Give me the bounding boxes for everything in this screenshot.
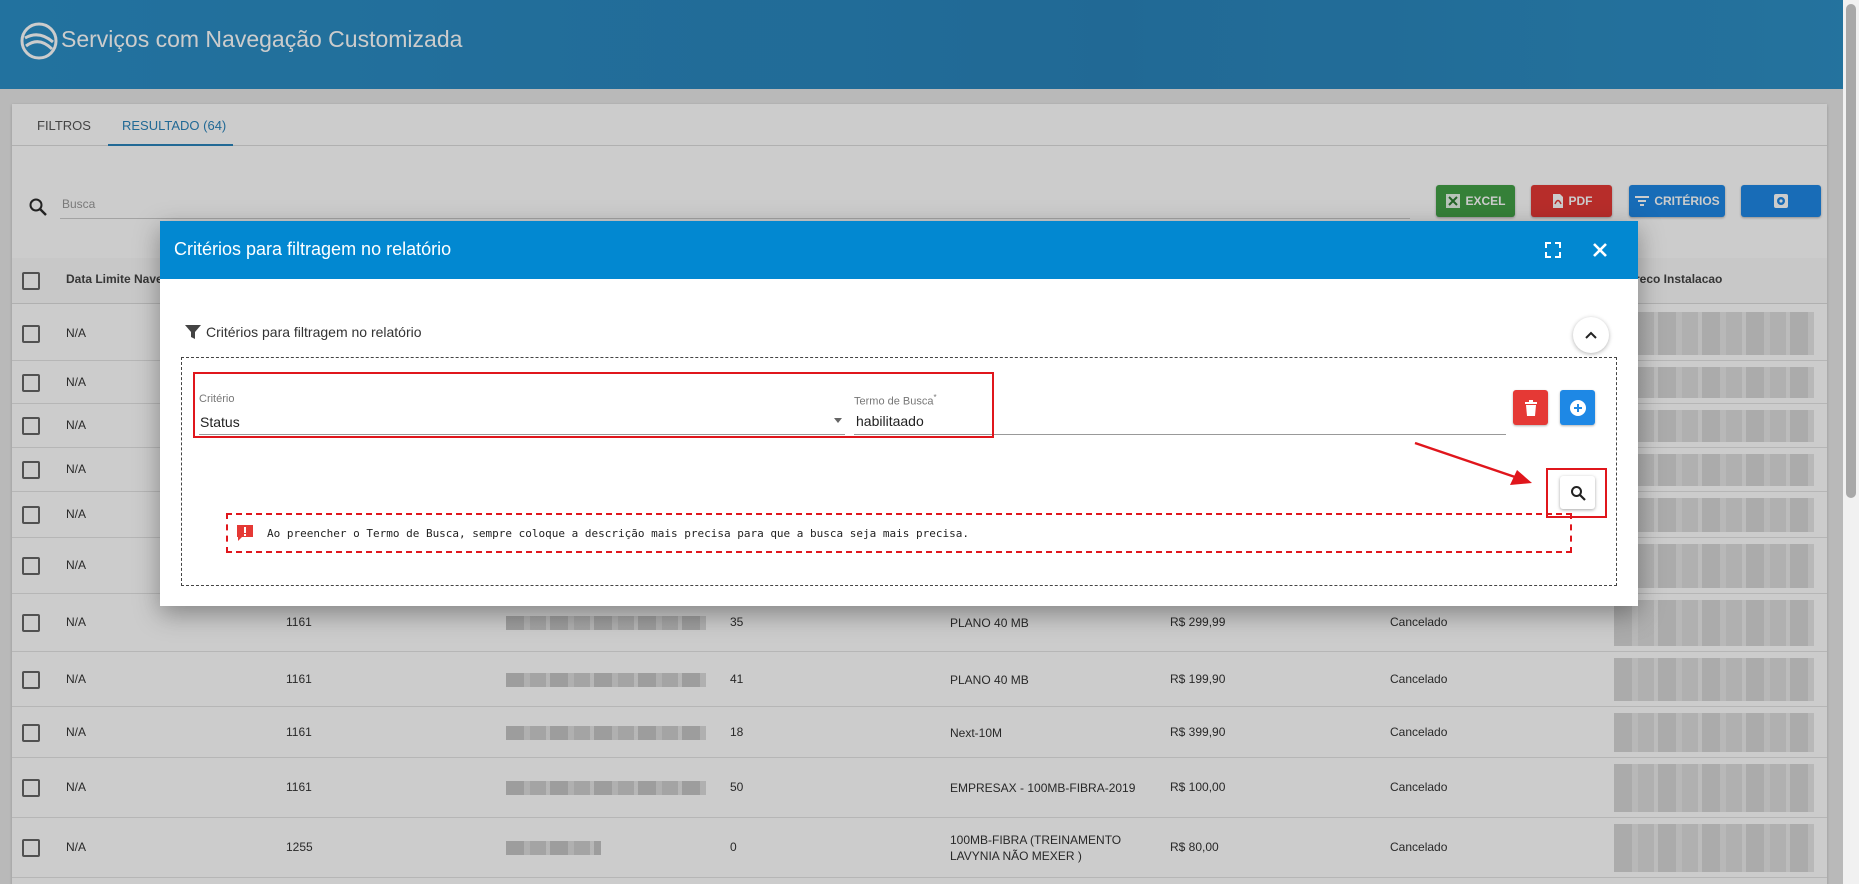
modal-title: Critérios para filtragem no relatório [174, 239, 452, 259]
remove-criteria-button[interactable] [1513, 390, 1548, 425]
expand-icon[interactable] [1542, 239, 1564, 261]
modal-header: Critérios para filtragem no relatório [160, 221, 1638, 279]
annotation-box-fields [193, 372, 994, 438]
page-scrollbar[interactable] [1843, 0, 1859, 884]
annotation-box-hint [226, 513, 1572, 553]
add-criteria-button[interactable] [1560, 390, 1595, 425]
chevron-up-icon [1585, 331, 1597, 339]
scrollbar-thumb[interactable] [1846, 4, 1856, 498]
search-icon[interactable] [28, 197, 48, 217]
annotation-box-search [1546, 468, 1607, 518]
section-title: Critérios para filtragem no relatório [184, 323, 422, 341]
close-icon[interactable] [1588, 238, 1612, 262]
section-title-text: Critérios para filtragem no relatório [206, 324, 422, 340]
trash-icon [1524, 399, 1537, 416]
plus-circle-icon [1569, 399, 1586, 416]
collapse-button[interactable] [1573, 317, 1609, 353]
funnel-icon [185, 325, 201, 339]
